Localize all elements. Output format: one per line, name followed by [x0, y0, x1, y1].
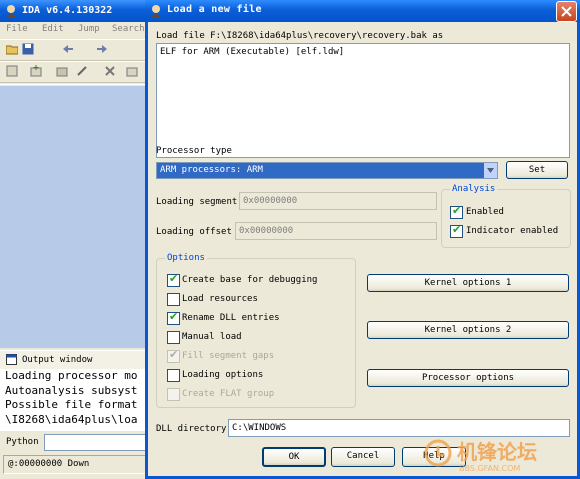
loading-offset-field[interactable]: 0x00000000 — [235, 222, 437, 240]
indicator-enabled-checkbox[interactable]: ✔ — [450, 223, 463, 238]
loading-offset-label: Loading offset — [156, 227, 232, 237]
fill-gaps-checkbox: ✔ — [167, 348, 180, 363]
python-input[interactable] — [44, 434, 148, 451]
processor-selected-value: ARM processors: ARM — [160, 165, 263, 175]
flat-group-label: Create FLAT group — [182, 389, 275, 399]
ida-title: IDA v6.4.130322 — [22, 5, 113, 16]
dll-directory-label: DLL directory — [156, 424, 227, 434]
loading-segment-label: Loading segment — [156, 197, 238, 207]
log-line: \I8268\ida64plus\loa — [5, 412, 138, 426]
indicator-enabled-label: Indicator enabled — [466, 226, 559, 236]
dropdown-arrow-icon — [487, 168, 494, 173]
load-resources-label: Load resources — [182, 294, 258, 304]
add-segment-icon[interactable] — [30, 65, 42, 77]
menu-search[interactable]: Search — [112, 24, 145, 34]
dialog-title-bar[interactable]: Load a new file — [145, 0, 580, 22]
processor-options-button[interactable]: Processor options — [367, 369, 569, 387]
dll-directory-value: C:\WINDOWS — [232, 423, 287, 433]
close-icon — [561, 6, 572, 17]
output-log: Loading processor mo Autoanalysis subsys… — [0, 369, 148, 431]
log-line: Possible file format — [5, 398, 138, 411]
loading-options-checkbox[interactable] — [167, 369, 180, 382]
manual-load-checkbox[interactable] — [167, 331, 180, 344]
delete-icon[interactable] — [104, 65, 116, 77]
log-line: Loading processor mo — [5, 369, 138, 382]
open-folder-icon[interactable] — [6, 43, 18, 55]
options-title: Options — [165, 253, 207, 263]
save-icon[interactable] — [22, 43, 34, 55]
loading-segment-value: 0x00000000 — [243, 196, 298, 206]
format-list[interactable]: ELF for ARM (Executable) [elf.ldw] — [156, 43, 570, 158]
processor-type-label: Processor type — [156, 146, 232, 156]
python-label: Python — [6, 437, 39, 447]
check-icon: ✔ — [452, 204, 462, 217]
log-line: Autoanalysis subsyst — [5, 383, 138, 397]
ida-menu-bar: File Edit Jump Search — [0, 22, 148, 38]
segment-icon[interactable] — [6, 65, 18, 77]
watermark-url: BBS.GFAN.COM — [459, 464, 521, 473]
ida-logo-icon — [6, 5, 16, 18]
toolbar-segments — [0, 61, 148, 83]
list-item[interactable]: ELF for ARM (Executable) [elf.ldw] — [160, 47, 344, 57]
output-window-header[interactable]: Output window — [0, 350, 148, 369]
analysis-enabled-label: Enabled — [466, 207, 504, 217]
menu-jump[interactable]: Jump — [78, 24, 100, 34]
set-button[interactable]: Set — [506, 161, 568, 179]
toolbar-file — [0, 39, 148, 61]
manual-load-label: Manual load — [182, 332, 242, 342]
create-base-checkbox[interactable]: ✔ — [167, 272, 180, 287]
back-arrow-icon[interactable] — [62, 43, 74, 55]
rename-dll-label: Rename DLL entries — [182, 313, 280, 323]
check-icon: ✔ — [452, 223, 462, 236]
loading-options-label: Loading options — [182, 370, 264, 380]
add-struct-icon[interactable] — [56, 65, 68, 77]
close-button[interactable] — [556, 1, 577, 22]
check-icon: ✔ — [169, 310, 179, 323]
load-resources-checkbox[interactable] — [167, 293, 180, 306]
watermark-brand: 机锋论坛 — [457, 440, 537, 464]
watermark: 机锋论坛 BBS.GFAN.COM — [423, 436, 575, 476]
add-enum-icon[interactable] — [76, 65, 88, 77]
status-text: @:00000000 Down — [8, 459, 90, 469]
ida-workspace — [0, 86, 148, 348]
flat-group-checkbox — [167, 388, 180, 401]
check-icon: ✔ — [169, 272, 179, 285]
ok-button[interactable]: OK — [262, 447, 326, 467]
menu-file[interactable]: File — [6, 24, 28, 34]
cancel-button[interactable]: Cancel — [331, 447, 395, 467]
rename-dll-checkbox[interactable]: ✔ — [167, 310, 180, 325]
loading-offset-value: 0x00000000 — [239, 226, 294, 236]
ida-logo-icon — [151, 5, 161, 18]
ida-title-bar[interactable]: IDA v6.4.130322 — [0, 0, 148, 22]
status-bar: @:00000000 Down — [0, 452, 148, 479]
analysis-enabled-checkbox[interactable]: ✔ — [450, 204, 463, 219]
kernel-options-2-button[interactable]: Kernel options 2 — [367, 321, 569, 339]
load-file-dialog: Load a new file Load file F:\I8268\ida64… — [145, 0, 580, 479]
window-icon — [6, 354, 17, 365]
ida-main-window: IDA v6.4.130322 File Edit Jump Search Ou… — [0, 0, 148, 479]
processor-select[interactable]: ARM processors: ARM — [156, 162, 498, 179]
dialog-title: Load a new file — [167, 4, 262, 15]
dll-directory-field[interactable]: C:\WINDOWS — [228, 419, 570, 437]
kernel-options-1-button[interactable]: Kernel options 1 — [367, 274, 569, 292]
forward-arrow-icon[interactable] — [96, 43, 108, 55]
fill-gaps-label: Fill segment gaps — [182, 351, 275, 361]
loading-segment-field[interactable]: 0x00000000 — [239, 192, 437, 210]
analysis-title: Analysis — [450, 184, 498, 194]
menu-edit[interactable]: Edit — [42, 24, 64, 34]
output-window-label: Output window — [22, 355, 93, 365]
python-command-row: Python — [0, 432, 148, 452]
edit-icon[interactable] — [126, 65, 138, 77]
gfan-logo-icon — [424, 439, 452, 467]
create-base-label: Create base for debugging — [182, 275, 318, 285]
chevron-down-icon[interactable] — [484, 163, 497, 178]
load-file-label: Load file F:\I8268\ida64plus\recovery\re… — [156, 31, 444, 41]
dialog-body: Load file F:\I8268\ida64plus\recovery\re… — [148, 22, 577, 476]
check-icon: ✔ — [169, 348, 179, 361]
